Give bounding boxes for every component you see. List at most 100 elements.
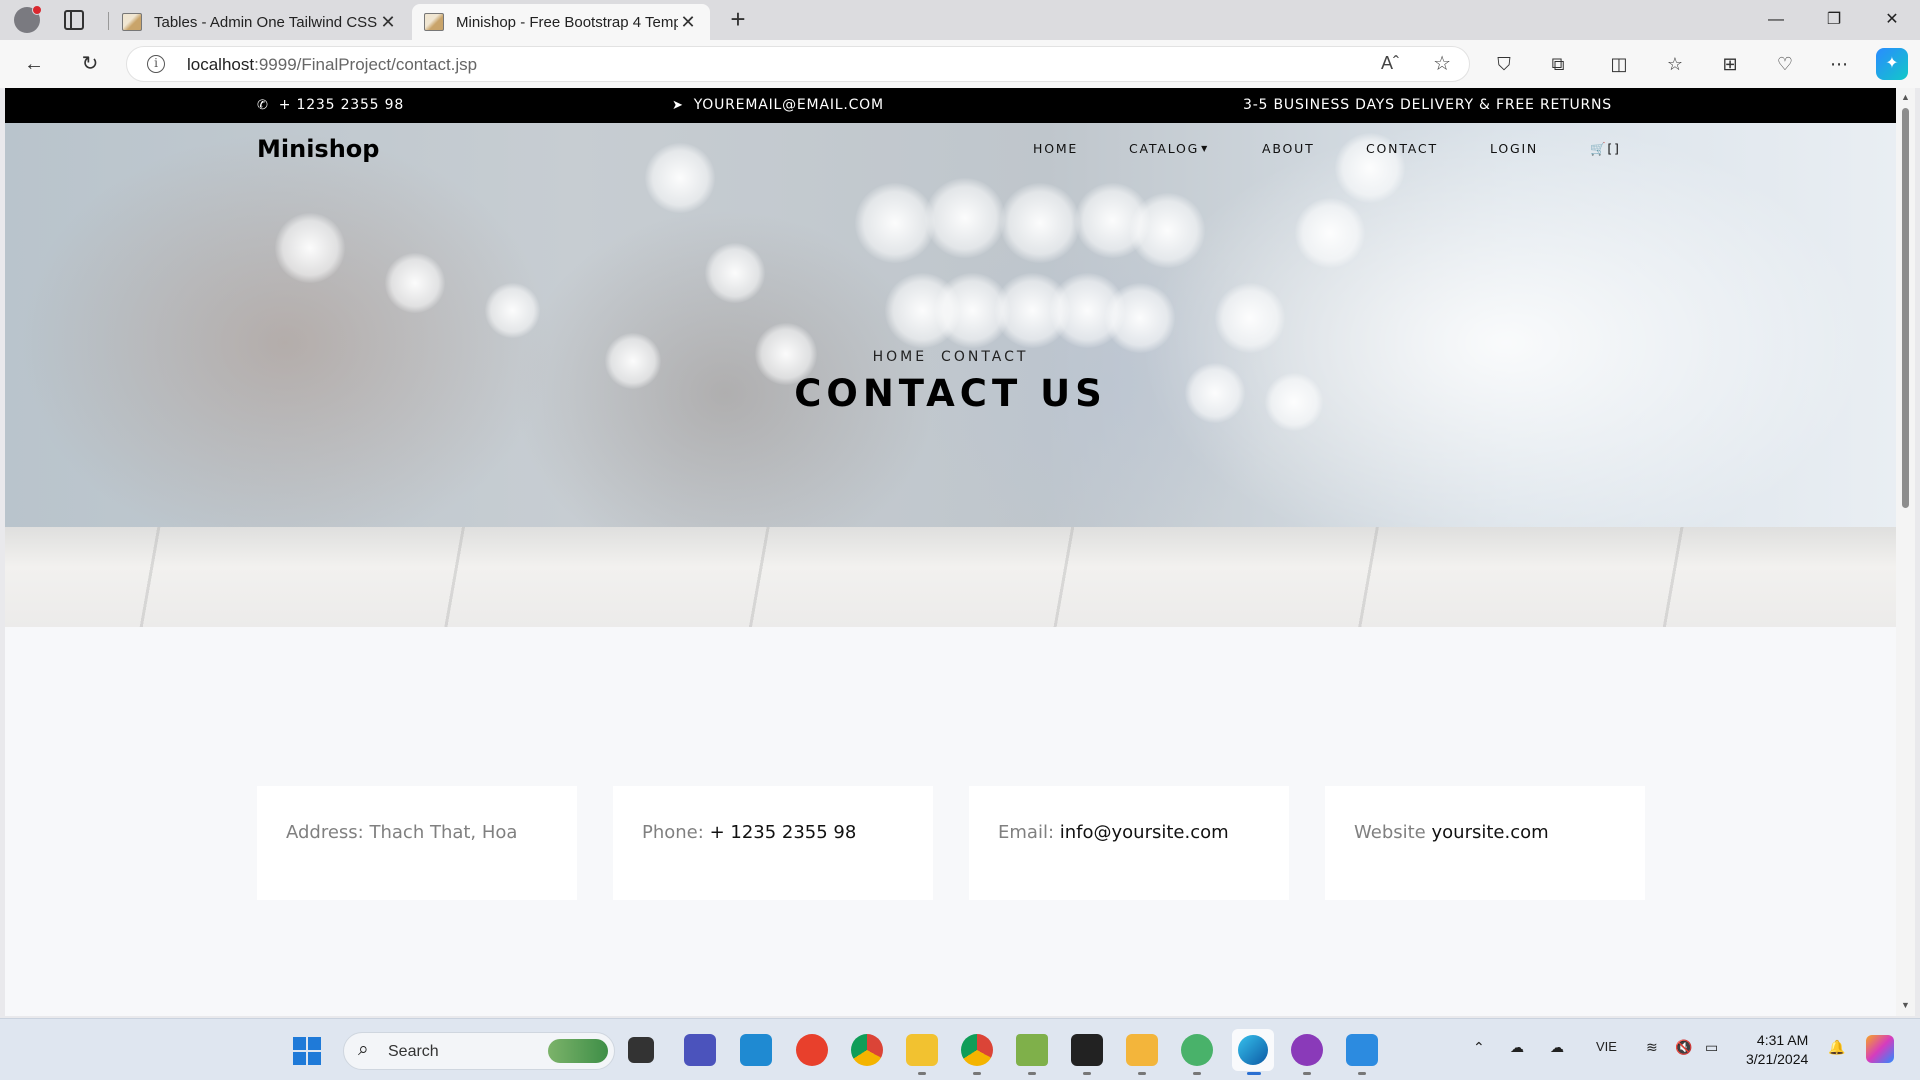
nav-home[interactable]: HOME xyxy=(1033,141,1078,156)
nav-catalog[interactable]: CATALOG ▼ xyxy=(1129,141,1209,156)
favorites-icon[interactable]: ☆ xyxy=(1659,48,1691,80)
wps-office-icon[interactable] xyxy=(796,1034,828,1066)
tab-close-icon[interactable]: ✕ xyxy=(378,12,398,33)
windows-start-icon[interactable] xyxy=(293,1037,321,1065)
split-screen-icon[interactable]: ◫ xyxy=(1603,48,1635,80)
bokeh-light xyxy=(925,178,1005,258)
bokeh-light xyxy=(1295,198,1365,268)
tray-overflow-icon[interactable]: ⌃ xyxy=(1473,1039,1485,1056)
new-tab-button[interactable]: + xyxy=(722,4,754,36)
running-indicator xyxy=(1358,1072,1366,1075)
more-menu-icon[interactable]: ⋯ xyxy=(1823,48,1855,80)
tab-actions-icon[interactable] xyxy=(64,10,84,30)
site-info-icon[interactable]: i xyxy=(147,55,165,73)
copilot-taskbar-icon[interactable] xyxy=(1866,1035,1894,1063)
breadcrumb-home[interactable]: HOME xyxy=(873,349,927,365)
topbar-email-text: YOUREMAIL@EMAIL.COM xyxy=(693,97,884,113)
bokeh-light xyxy=(275,213,345,283)
collections-icon[interactable]: ⊞ xyxy=(1714,48,1746,80)
chrome-icon[interactable] xyxy=(851,1034,883,1066)
bokeh-light xyxy=(1000,183,1080,263)
file-explorer-icon[interactable] xyxy=(906,1034,938,1066)
nav-about[interactable]: ABOUT xyxy=(1262,141,1315,156)
running-indicator xyxy=(1028,1072,1036,1075)
info-card-value[interactable]: info@yoursite.com xyxy=(1060,822,1229,843)
windows-taskbar: ⌕ Search ⌃ ☁ ☁ VIE ≋ 🔇 ▭ 4:31 AM 3/21/20… xyxy=(0,1018,1920,1080)
back-icon[interactable]: ← xyxy=(18,48,50,80)
sticky-notes-icon[interactable] xyxy=(1071,1034,1103,1066)
info-card-email: Email: info@yoursite.com xyxy=(969,786,1289,900)
info-card-value[interactable]: + 1235 2355 98 xyxy=(710,822,857,843)
scroll-up-icon[interactable]: ▲ xyxy=(1900,92,1911,102)
app-tools-icon[interactable] xyxy=(1126,1034,1158,1066)
close-window-icon[interactable]: ✕ xyxy=(1864,0,1920,40)
browser-essentials-icon[interactable]: ♡ xyxy=(1769,48,1801,80)
taskbar-search-label: Search xyxy=(388,1043,439,1060)
copilot-icon[interactable]: ✦ xyxy=(1876,48,1908,80)
site-top-bar: ✆ + 1235 2355 98 ➤ YOUREMAIL@EMAIL.COM 3-5… xyxy=(5,88,1896,123)
minimize-icon[interactable]: — xyxy=(1748,0,1804,40)
teams-icon[interactable] xyxy=(684,1034,716,1066)
app-hexagon-icon[interactable] xyxy=(1016,1034,1048,1066)
scrollbar-thumb[interactable] xyxy=(1902,108,1909,508)
tab-separator xyxy=(108,12,109,30)
refresh-icon[interactable]: ↻ xyxy=(74,48,106,80)
onedrive-icon[interactable]: ☁ xyxy=(1510,1039,1524,1056)
hero-banner: Minishop HOME CATALOG ▼ ABOUT CONTACT LOG… xyxy=(5,123,1896,627)
breadcrumb: HOME CONTACT xyxy=(5,349,1896,365)
cart-count: [] xyxy=(1607,141,1621,156)
edge-logo xyxy=(1238,1035,1268,1065)
battery-icon[interactable]: ▭ xyxy=(1705,1039,1718,1056)
bokeh-light xyxy=(705,243,765,303)
info-card-label: Email: xyxy=(998,822,1055,843)
volume-muted-icon[interactable]: 🔇 xyxy=(1675,1039,1692,1056)
url-text[interactable]: localhost:9999/FinalProject/contact.jsp xyxy=(187,55,477,75)
paper-plane-icon: ➤ xyxy=(672,98,684,113)
browser-toolbar: ← ↻ i localhost:9999/FinalProject/contac… xyxy=(0,40,1920,88)
running-indicator xyxy=(973,1072,981,1075)
paint-icon[interactable] xyxy=(1346,1034,1378,1066)
github-desktop-icon[interactable] xyxy=(1291,1034,1323,1066)
page-viewport: ✆ + 1235 2355 98 ➤ YOUREMAIL@EMAIL.COM 3-5… xyxy=(5,88,1896,1016)
page-scrollbar[interactable]: ▲ ▼ xyxy=(1896,88,1915,1016)
app-green-icon[interactable] xyxy=(1181,1034,1213,1066)
tab-title: Minishop - Free Bootstrap 4 Template xyxy=(456,13,678,31)
favorite-star-icon[interactable]: ☆ xyxy=(1433,51,1451,76)
vscode-icon[interactable] xyxy=(740,1034,772,1066)
nav-login[interactable]: LOGIN xyxy=(1490,141,1538,156)
tab-minishop[interactable]: Minishop - Free Bootstrap 4 Template ✕ xyxy=(412,4,710,40)
info-card-website: Website yoursite.com xyxy=(1325,786,1645,900)
running-indicator xyxy=(1303,1072,1311,1075)
caret-down-icon: ▼ xyxy=(1201,144,1210,153)
site-logo[interactable]: Minishop xyxy=(257,135,379,163)
topbar-phone: ✆ + 1235 2355 98 xyxy=(257,97,404,113)
taskbar-search[interactable]: ⌕ Search xyxy=(343,1032,615,1070)
wifi-icon[interactable]: ≋ xyxy=(1646,1039,1658,1056)
nav-cart[interactable]: 🛒[] xyxy=(1590,141,1621,157)
profile-avatar-icon[interactable] xyxy=(14,5,42,33)
read-aloud-icon[interactable]: Aˆ xyxy=(1381,53,1399,74)
clock-time: 4:31 AM xyxy=(1756,1032,1809,1048)
chrome-profile-icon[interactable] xyxy=(961,1034,993,1066)
running-indicator xyxy=(1138,1072,1146,1075)
nav-catalog-label: CATALOG xyxy=(1129,141,1200,156)
shield-icon[interactable]: ⛉ xyxy=(1488,48,1520,80)
taskbar-clock[interactable]: 4:31 AM 3/21/2024 xyxy=(1746,1031,1808,1069)
tab-close-icon[interactable]: ✕ xyxy=(678,12,698,33)
scroll-down-icon[interactable]: ▼ xyxy=(1900,1000,1911,1010)
task-view-icon[interactable] xyxy=(628,1037,654,1063)
edge-icon[interactable] xyxy=(1232,1029,1274,1071)
bokeh-light xyxy=(1215,283,1285,353)
onedrive-sync-icon[interactable]: ☁ xyxy=(1550,1039,1564,1056)
tab-admin-one[interactable]: Tables - Admin One Tailwind CSS ✕ xyxy=(110,4,410,40)
info-card-label: Website xyxy=(1354,822,1426,843)
address-bar[interactable]: i localhost:9999/FinalProject/contact.js… xyxy=(126,46,1470,82)
info-card-address: Address: Thach That, Hoa xyxy=(257,786,577,900)
extensions-icon[interactable]: ⧉ xyxy=(1542,48,1574,80)
input-language[interactable]: VIE xyxy=(1596,1039,1617,1054)
restore-icon[interactable]: ❐ xyxy=(1806,0,1862,40)
info-card-value[interactable]: yoursite.com xyxy=(1432,822,1549,843)
notification-bell-icon[interactable]: 🔔 xyxy=(1828,1039,1845,1056)
nav-contact[interactable]: CONTACT xyxy=(1366,141,1438,156)
bokeh-light xyxy=(645,143,715,213)
